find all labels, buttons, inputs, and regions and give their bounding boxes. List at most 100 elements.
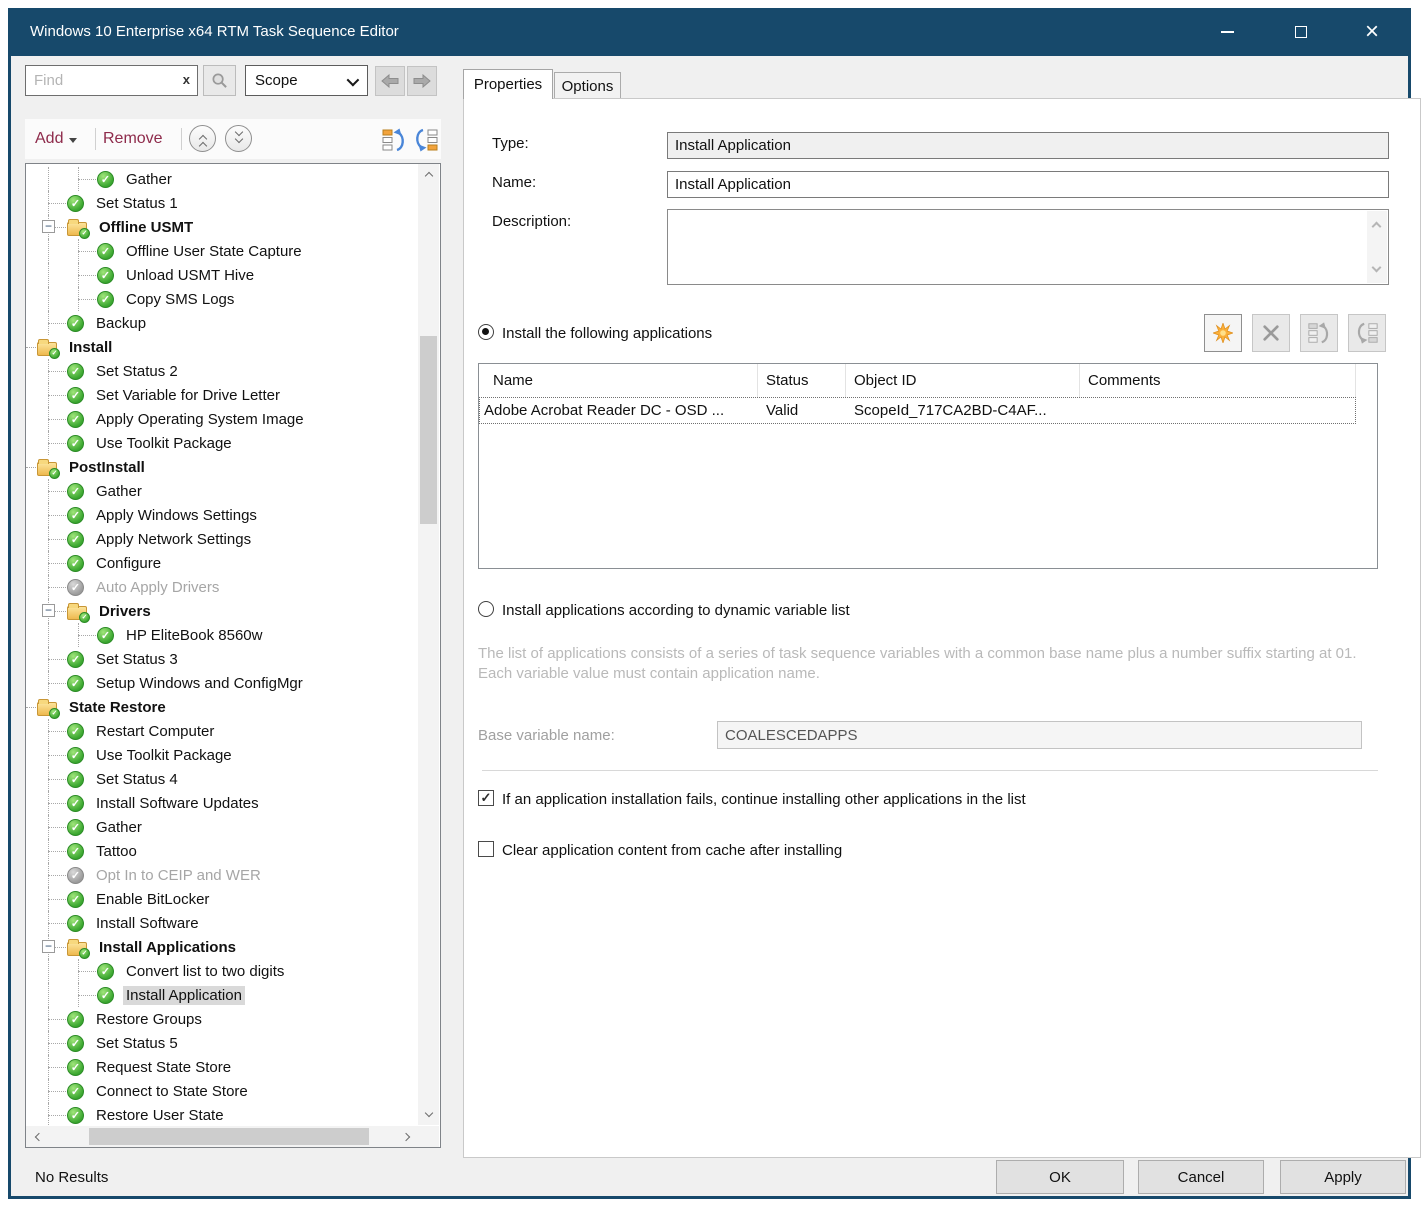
tree-item-label: Apply Network Settings — [93, 530, 254, 549]
scroll-left-arrow[interactable] — [28, 1126, 46, 1147]
step-success-icon: ✓ — [67, 1083, 84, 1100]
tree-step-offline-user-state-capture[interactable]: ✓Offline User State Capture — [26, 239, 418, 263]
column-header-comments[interactable]: Comments — [1080, 364, 1356, 397]
clear-cache-label: Clear application content from cache aft… — [502, 842, 842, 859]
step-success-icon: ✓ — [67, 915, 84, 932]
reorder-down-button[interactable] — [413, 127, 439, 158]
tree-step-apply-windows-settings[interactable]: ✓Apply Windows Settings — [26, 503, 418, 527]
tree-step-use-toolkit-package[interactable]: ✓Use Toolkit Package — [26, 743, 418, 767]
tree-step-apply-network-settings[interactable]: ✓Apply Network Settings — [26, 527, 418, 551]
tree-horizontal-scrollbar[interactable] — [26, 1126, 439, 1147]
tree-step-restart-computer[interactable]: ✓Restart Computer — [26, 719, 418, 743]
tree-step-gather[interactable]: ✓Gather — [26, 479, 418, 503]
tree-step-connect-to-state-store[interactable]: ✓Connect to State Store — [26, 1079, 418, 1103]
tree-item-label: Install Application — [123, 986, 245, 1005]
tree-step-opt-in-to-ceip-and-wer[interactable]: ✓Opt In to CEIP and WER — [26, 863, 418, 887]
tree-step-apply-operating-system-image[interactable]: ✓Apply Operating System Image — [26, 407, 418, 431]
close-button[interactable]: × — [1349, 8, 1395, 56]
search-button[interactable] — [203, 65, 236, 96]
tree-step-use-toolkit-package[interactable]: ✓Use Toolkit Package — [26, 431, 418, 455]
clear-cache-checkbox[interactable] — [478, 841, 494, 857]
tree-step-set-status-1[interactable]: ✓Set Status 1 — [26, 191, 418, 215]
tree-item-label: Convert list to two digits — [123, 962, 287, 981]
new-application-button[interactable] — [1204, 314, 1242, 352]
tree-step-install-software-updates[interactable]: ✓Install Software Updates — [26, 791, 418, 815]
tree-step-set-status-2[interactable]: ✓Set Status 2 — [26, 359, 418, 383]
tree-item-label: Tattoo — [93, 842, 140, 861]
scope-dropdown[interactable]: Scope — [245, 65, 368, 96]
tree-item-label: Enable BitLocker — [93, 890, 212, 909]
scroll-down-arrow[interactable] — [418, 1107, 439, 1123]
radio-install-dynamic-list[interactable] — [478, 601, 494, 617]
application-row[interactable]: Adobe Acrobat Reader DC - OSD ...ValidSc… — [479, 397, 1356, 424]
find-next-button[interactable] — [407, 66, 437, 96]
collapse-toggle[interactable]: − — [42, 604, 55, 617]
tree-group-postinstall[interactable]: ✓PostInstall — [26, 455, 418, 479]
description-scrollbar[interactable] — [1367, 211, 1387, 283]
tree-group-install[interactable]: ✓Install — [26, 335, 418, 359]
tree-group-install-applications[interactable]: −✓Install Applications — [26, 935, 418, 959]
tree-step-gather[interactable]: ✓Gather — [26, 167, 418, 191]
scroll-up-arrow[interactable] — [418, 166, 439, 182]
tree-step-set-status-5[interactable]: ✓Set Status 5 — [26, 1031, 418, 1055]
tree-step-backup[interactable]: ✓Backup — [26, 311, 418, 335]
tree-vscroll-thumb[interactable] — [420, 336, 437, 524]
folder-check-badge-icon: ✓ — [49, 708, 60, 719]
tree-item-label: Offline User State Capture — [123, 242, 305, 261]
tree-step-set-status-4[interactable]: ✓Set Status 4 — [26, 767, 418, 791]
remove-button[interactable]: Remove — [103, 119, 163, 159]
collapse-toggle[interactable]: − — [42, 940, 55, 953]
move-application-up-button[interactable] — [1300, 314, 1338, 352]
tree-step-restore-user-state[interactable]: ✓Restore User State — [26, 1103, 418, 1125]
tab-properties[interactable]: Properties — [463, 69, 553, 99]
ok-button[interactable]: OK — [996, 1160, 1124, 1194]
collapse-toggle[interactable]: − — [42, 220, 55, 233]
tree-step-auto-apply-drivers[interactable]: ✓Auto Apply Drivers — [26, 575, 418, 599]
minimize-button[interactable] — [1204, 8, 1250, 56]
tree-step-gather[interactable]: ✓Gather — [26, 815, 418, 839]
move-step-down-button[interactable] — [225, 125, 252, 152]
tree-step-copy-sms-logs[interactable]: ✓Copy SMS Logs — [26, 287, 418, 311]
find-previous-button[interactable] — [375, 66, 405, 96]
tree-step-setup-windows-and-configmgr[interactable]: ✓Setup Windows and ConfigMgr — [26, 671, 418, 695]
column-header-object-id[interactable]: Object ID — [846, 364, 1080, 397]
apply-button[interactable]: Apply — [1280, 1160, 1406, 1194]
move-application-down-button[interactable] — [1348, 314, 1386, 352]
step-success-icon: ✓ — [67, 675, 84, 692]
tree-step-request-state-store[interactable]: ✓Request State Store — [26, 1055, 418, 1079]
list-move-up-icon — [1307, 321, 1331, 345]
tree-step-convert-list-to-two-digits[interactable]: ✓Convert list to two digits — [26, 959, 418, 983]
tree-group-offline-usmt[interactable]: −✓Offline USMT — [26, 215, 418, 239]
radio-install-following-apps[interactable] — [478, 324, 494, 340]
column-header-status[interactable]: Status — [758, 364, 846, 397]
name-field[interactable] — [667, 171, 1389, 198]
chevron-left-icon — [34, 1132, 42, 1140]
tree-hscroll-thumb[interactable] — [89, 1128, 369, 1145]
tree-step-install-software[interactable]: ✓Install Software — [26, 911, 418, 935]
reorder-up-button[interactable] — [381, 127, 407, 158]
clear-find-button[interactable]: x — [183, 72, 190, 87]
description-field[interactable] — [667, 209, 1389, 285]
tree-step-unload-usmt-hive[interactable]: ✓Unload USMT Hive — [26, 263, 418, 287]
tree-step-install-application[interactable]: ✓Install Application — [26, 983, 418, 1007]
tree-step-enable-bitlocker[interactable]: ✓Enable BitLocker — [26, 887, 418, 911]
tree-step-restore-groups[interactable]: ✓Restore Groups — [26, 1007, 418, 1031]
tree-step-hp-elitebook-8560w[interactable]: ✓HP EliteBook 8560w — [26, 623, 418, 647]
continue-on-fail-checkbox[interactable]: ✓ — [478, 790, 494, 806]
find-input[interactable] — [26, 66, 197, 95]
tree-group-drivers[interactable]: −✓Drivers — [26, 599, 418, 623]
tab-options[interactable]: Options — [554, 72, 621, 99]
tree-step-set-variable-for-drive-letter[interactable]: ✓Set Variable for Drive Letter — [26, 383, 418, 407]
tree-vertical-scrollbar[interactable] — [418, 164, 439, 1125]
tree-group-state-restore[interactable]: ✓State Restore — [26, 695, 418, 719]
tree-step-configure[interactable]: ✓Configure — [26, 551, 418, 575]
cancel-button[interactable]: Cancel — [1138, 1160, 1264, 1194]
move-step-up-button[interactable] — [189, 125, 216, 152]
tree-step-set-status-3[interactable]: ✓Set Status 3 — [26, 647, 418, 671]
maximize-button[interactable] — [1278, 8, 1324, 56]
add-button[interactable]: Add — [35, 119, 77, 159]
column-header-name[interactable]: Name — [479, 364, 758, 397]
tree-step-tattoo[interactable]: ✓Tattoo — [26, 839, 418, 863]
delete-application-button[interactable] — [1252, 314, 1290, 352]
scroll-right-arrow[interactable] — [398, 1126, 416, 1147]
